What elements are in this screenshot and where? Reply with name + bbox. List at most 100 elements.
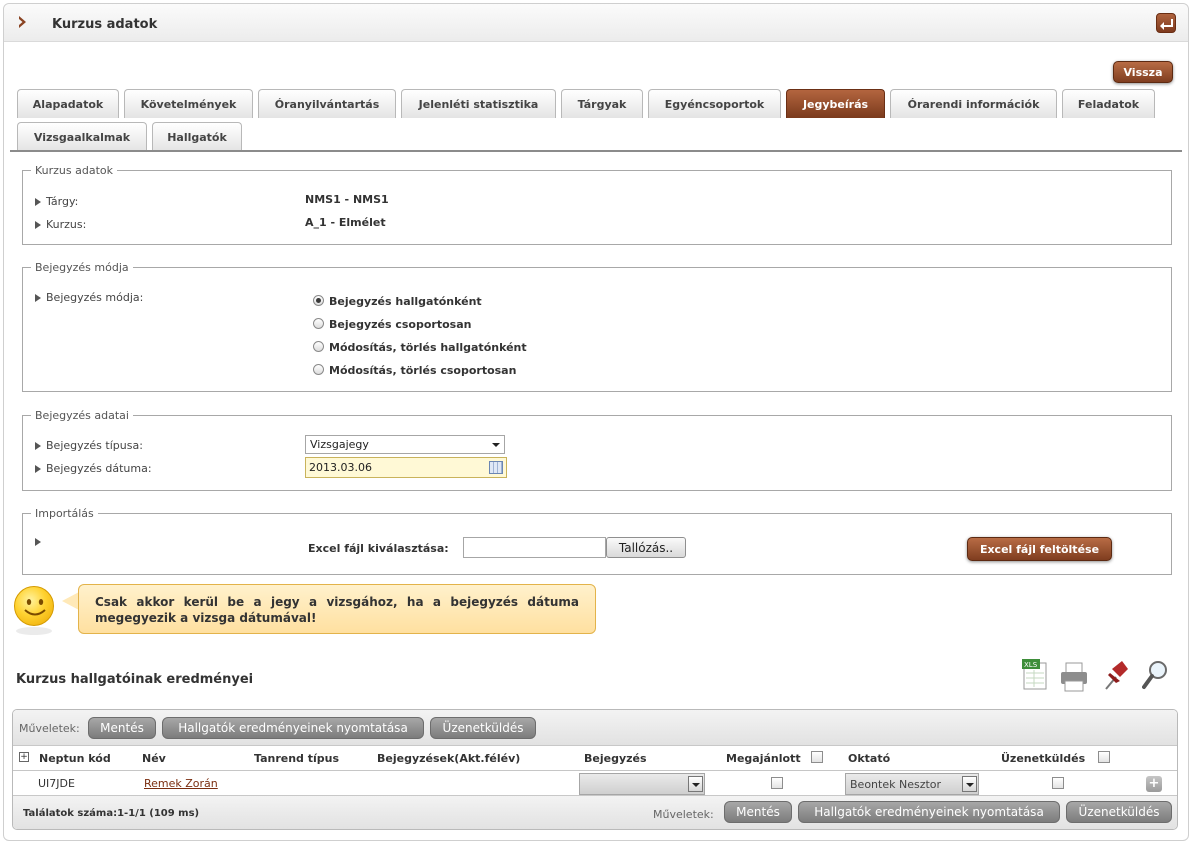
entry-type-value: Vizsgajegy — [310, 438, 369, 451]
row-neptun: UI7JDE — [38, 777, 75, 790]
tab-hallgatok[interactable]: Hallgatók — [152, 122, 242, 151]
col-name[interactable]: Név — [142, 752, 166, 765]
radio-label-entry-per-student: Bejegyzés hallgatónként — [329, 295, 482, 308]
message-button-bottom[interactable]: Üzenetküldés — [1066, 801, 1172, 823]
tab-orarendi-informaciok[interactable]: Órarendi információk — [890, 89, 1057, 118]
save-button-bottom[interactable]: Mentés — [724, 801, 792, 823]
entry-date-label: Bejegyzés dátuma: — [34, 462, 152, 475]
browse-button[interactable]: Tallózás.. — [606, 537, 686, 558]
print-results-button-top[interactable]: Hallgatók eredményeinek nyomtatása — [162, 717, 424, 739]
course-label: Kurzus: — [34, 218, 86, 231]
row-teacher-value: Beontek Nesztor — [850, 778, 942, 791]
entry-date-value: 2013.03.06 — [309, 461, 372, 474]
smiley-icon — [14, 586, 54, 626]
tab-vizsgaalkalmak[interactable]: Vizsgaalkalmak — [17, 122, 147, 151]
entry-data-legend: Bejegyzés adatai — [35, 409, 129, 422]
bullet-icon — [35, 198, 41, 206]
import-legend: Importálás — [35, 507, 94, 520]
page-title: Kurzus adatok — [52, 17, 158, 32]
print-results-button-bottom[interactable]: Hallgatók eredményeinek nyomtatása — [798, 801, 1060, 823]
excel-upload-button[interactable]: Excel fájl feltöltése — [967, 537, 1112, 561]
course-data-box: Kurzus adatok — [22, 164, 1172, 245]
tab-jegybeiras[interactable]: Jegybeírás — [786, 89, 885, 118]
subject-label: Tárgy: — [34, 195, 78, 208]
tab-jelenleti-statisztika[interactable]: Jelenléti statisztika — [401, 89, 556, 118]
bullet-icon — [35, 221, 41, 229]
bullet-icon — [35, 465, 41, 473]
col-neptun[interactable]: Neptun kód — [39, 752, 111, 765]
smiley-face-icon — [24, 599, 46, 616]
grid-footer: Találatok száma:1-1/1 (109 ms) Műveletek… — [13, 795, 1177, 829]
radio-entry-per-student[interactable] — [313, 295, 324, 306]
entry-mode-label: Bejegyzés módja: — [34, 291, 143, 304]
col-entries[interactable]: Bejegyzések(Akt.félév) — [377, 752, 520, 765]
return-arrow-icon — [1160, 19, 1173, 30]
radio-label-modify-grouped: Módosítás, törlés csoportosan — [329, 364, 517, 377]
radio-label-modify-per-student: Módosítás, törlés hallgatónként — [329, 341, 527, 354]
row-recommended-checkbox[interactable] — [771, 777, 783, 789]
title-bar: Kurzus adatok — [4, 4, 1188, 42]
bubble-tail — [62, 592, 79, 610]
col-message[interactable]: Üzenetküldés — [1001, 752, 1085, 765]
grid-toolbar: Műveletek: Mentés Hallgatók eredményeine… — [13, 710, 1177, 746]
row-teacher-select[interactable]: Beontek Nesztor — [845, 773, 979, 795]
bullet-icon — [35, 294, 41, 302]
row-entry-select[interactable] — [579, 773, 705, 795]
svg-text:XLS: XLS — [1024, 661, 1038, 669]
save-button-top[interactable]: Mentés — [88, 717, 156, 739]
chevron-down-icon[interactable] — [962, 776, 977, 792]
row-expand-icon[interactable]: + — [1146, 776, 1162, 792]
tab-egyencsoportok[interactable]: Egyéncsoportok — [648, 89, 781, 118]
row-name-link[interactable]: Remek Zorán — [144, 777, 218, 790]
select-all-recommended-checkbox[interactable] — [811, 751, 823, 763]
excel-export-icon[interactable]: XLS — [1022, 659, 1050, 691]
excel-file-input[interactable] — [463, 537, 606, 558]
radio-modify-grouped[interactable] — [313, 364, 324, 375]
print-icon[interactable] — [1060, 661, 1088, 693]
entry-type-label-text: Bejegyzés típusa: — [46, 439, 143, 452]
col-entry[interactable]: Bejegyzés — [584, 752, 647, 765]
tab-targyak[interactable]: Tárgyak — [561, 89, 643, 118]
hint-bubble: Csak akkor kerül be a jegy a vizsgához, … — [78, 584, 596, 634]
tab-feladatok[interactable]: Feladatok — [1062, 89, 1155, 118]
entry-date-input[interactable]: 2013.03.06 — [305, 457, 507, 478]
smiley-shadow — [16, 627, 52, 635]
bullet-icon — [35, 538, 41, 546]
back-button[interactable]: Vissza — [1113, 61, 1173, 83]
results-grid: Műveletek: Mentés Hallgatók eredményeine… — [12, 709, 1178, 830]
ops-label-bottom: Műveletek: — [653, 808, 714, 821]
col-teacher[interactable]: Oktató — [848, 752, 890, 765]
header-divider — [13, 770, 1177, 771]
tab-oranyilvantartas[interactable]: Óranyilvántartás — [258, 89, 396, 118]
col-curriculum-type[interactable]: Tanrend típus — [254, 752, 339, 765]
entry-type-select[interactable]: Vizsgajegy — [305, 435, 505, 454]
chevron-right-icon — [19, 16, 26, 28]
chevron-down-icon[interactable] — [688, 776, 703, 792]
entry-mode-label-text: Bejegyzés módja: — [46, 291, 144, 304]
entry-data-box: Bejegyzés adatai — [22, 409, 1172, 491]
entry-mode-legend: Bejegyzés módja — [35, 261, 129, 274]
bullet-icon — [35, 442, 41, 450]
message-button-top[interactable]: Üzenetküldés — [430, 717, 536, 739]
tab-alapadatok[interactable]: Alapadatok — [17, 89, 119, 118]
radio-modify-per-student[interactable] — [313, 341, 324, 352]
calendar-icon[interactable] — [489, 461, 503, 474]
expand-all-icon[interactable]: + — [19, 752, 29, 762]
pin-icon[interactable] — [1102, 659, 1130, 691]
search-icon[interactable] — [1142, 659, 1170, 691]
excel-file-label: Excel fájl kiválasztása: — [308, 542, 449, 555]
course-data-legend: Kurzus adatok — [35, 164, 114, 177]
entry-date-label-text: Bejegyzés dátuma: — [46, 462, 152, 475]
results-title: Kurzus hallgatóinak eredményei — [16, 672, 254, 687]
results-count: Találatok száma:1-1/1 (109 ms) — [23, 808, 200, 819]
return-icon[interactable] — [1156, 13, 1176, 33]
tab-kovetelmenyek[interactable]: Követelmények — [124, 89, 253, 118]
subject-label-text: Tárgy: — [46, 195, 79, 208]
radio-entry-grouped[interactable] — [313, 318, 324, 329]
select-all-message-checkbox[interactable] — [1098, 751, 1110, 763]
col-recommended[interactable]: Megajánlott — [726, 752, 801, 765]
entry-type-label: Bejegyzés típusa: — [34, 439, 143, 452]
course-label-text: Kurzus: — [46, 218, 87, 231]
radio-label-entry-grouped: Bejegyzés csoportosan — [329, 318, 472, 331]
row-message-checkbox[interactable] — [1052, 777, 1064, 789]
